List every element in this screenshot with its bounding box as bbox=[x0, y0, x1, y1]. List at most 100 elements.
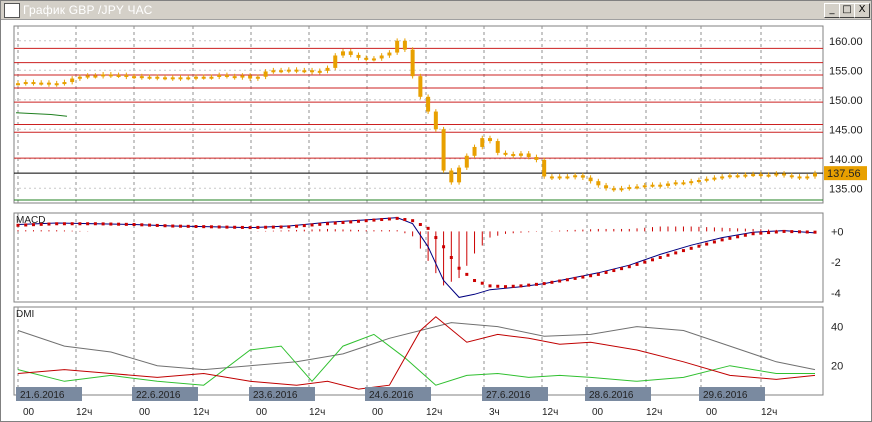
candle-body bbox=[379, 55, 384, 59]
maximize-button[interactable]: □ bbox=[839, 3, 855, 18]
macd-signal-point bbox=[418, 223, 422, 227]
macd-signal-point bbox=[442, 245, 446, 249]
candle-body bbox=[286, 69, 291, 72]
candle-body bbox=[611, 188, 616, 191]
candle-body bbox=[751, 174, 756, 177]
macd-signal-point bbox=[124, 222, 128, 226]
hour-label: 00 bbox=[256, 407, 268, 418]
candle-body bbox=[689, 181, 694, 184]
price-tick-label: 135.00 bbox=[829, 183, 863, 195]
candle-body bbox=[294, 69, 299, 72]
macd-signal-point bbox=[341, 221, 345, 225]
macd-signal-point bbox=[558, 279, 562, 283]
close-button[interactable]: X bbox=[854, 3, 870, 18]
macd-signal-point bbox=[573, 276, 577, 280]
candle-body bbox=[782, 173, 787, 176]
candle-body bbox=[348, 51, 353, 55]
macd-signal-point bbox=[155, 223, 159, 227]
candle-body bbox=[371, 58, 376, 61]
hour-label: 00 bbox=[372, 407, 384, 418]
macd-signal-point bbox=[70, 222, 74, 226]
macd-signal-point bbox=[488, 284, 492, 288]
macd-signal-point bbox=[503, 285, 507, 289]
candle-body bbox=[619, 188, 624, 191]
title-bar[interactable]: График GBP /JPY ЧАС _ □ X bbox=[1, 1, 871, 20]
hour-label: 00 bbox=[23, 407, 35, 418]
candle-body bbox=[635, 186, 640, 189]
candle-body bbox=[255, 76, 260, 79]
macd-signal-point bbox=[651, 258, 655, 262]
macd-signal-point bbox=[720, 238, 724, 242]
candle-body bbox=[201, 76, 206, 79]
macd-signal-point bbox=[643, 260, 647, 264]
price-tick-label: 155.00 bbox=[829, 65, 863, 77]
macd-signal-point bbox=[333, 221, 337, 225]
macd-signal-point bbox=[496, 284, 500, 288]
macd-signal-point bbox=[132, 223, 136, 227]
macd-panel-frame bbox=[13, 212, 824, 303]
chart-svg[interactable]: 135.00 140.00 145.00 150.00 155.00 160.00 137.… bbox=[1, 20, 871, 421]
macd-signal-point bbox=[596, 272, 600, 276]
candle-body bbox=[433, 111, 438, 130]
candle-body bbox=[557, 176, 562, 179]
macd-signal-point bbox=[287, 225, 291, 229]
macd-signal-point bbox=[256, 225, 260, 229]
candle-body bbox=[333, 55, 338, 68]
candle-body bbox=[410, 49, 415, 77]
candle-body bbox=[681, 182, 686, 185]
macd-signal-point bbox=[674, 251, 678, 255]
candle-body bbox=[248, 75, 253, 79]
candle-body bbox=[449, 170, 454, 183]
dmi-tick-label: 20 bbox=[831, 361, 843, 373]
candle-body bbox=[604, 185, 609, 189]
macd-signal-point bbox=[55, 222, 59, 226]
candle-body bbox=[310, 70, 315, 73]
macd-signal-point bbox=[449, 256, 453, 259]
dmi-label: DMI bbox=[16, 309, 34, 320]
price-tick-label: 160.00 bbox=[829, 36, 863, 48]
candle-body bbox=[588, 177, 593, 182]
candle-body bbox=[124, 74, 129, 77]
candle-body bbox=[62, 82, 67, 85]
candle-body bbox=[758, 174, 763, 177]
macd-signal-point bbox=[681, 249, 685, 253]
macd-signal-point bbox=[805, 230, 809, 234]
chart-area[interactable]: 135.00 140.00 145.00 150.00 155.00 160.00 137.… bbox=[1, 20, 871, 421]
date-label: 29.6.2016 bbox=[703, 390, 748, 401]
candle-body bbox=[766, 174, 771, 177]
macd-signal-point bbox=[480, 281, 484, 285]
window-title: График GBP /JPY ЧАС bbox=[23, 3, 153, 17]
candle-body bbox=[31, 82, 36, 85]
macd-signal-point bbox=[473, 279, 477, 283]
hour-label-noon: 12ч bbox=[761, 407, 777, 418]
macd-signal-point bbox=[736, 235, 740, 239]
candle-body bbox=[743, 174, 748, 177]
minimize-button[interactable]: _ bbox=[824, 3, 840, 18]
candle-body bbox=[774, 173, 779, 176]
candle-body bbox=[364, 57, 369, 60]
macd-signal-point bbox=[209, 225, 213, 229]
candle-body bbox=[101, 74, 106, 77]
candle-body bbox=[488, 138, 493, 142]
candle-body bbox=[325, 67, 330, 71]
macd-signal-point bbox=[302, 224, 306, 228]
macd-signal-point bbox=[612, 269, 616, 273]
hour-label: 00 bbox=[706, 407, 718, 418]
macd-signal-point bbox=[759, 231, 763, 235]
candle-body bbox=[132, 76, 137, 79]
dmi-panel-frame bbox=[13, 306, 824, 396]
candle-body bbox=[704, 178, 709, 181]
macd-signal-point bbox=[186, 224, 190, 228]
macd-signal-point bbox=[666, 253, 670, 257]
candle-body bbox=[642, 185, 647, 188]
hour-label-noon: 12ч bbox=[542, 407, 558, 418]
macd-signal-point bbox=[380, 218, 384, 222]
candle-body bbox=[658, 184, 663, 187]
macd-signal-point bbox=[426, 226, 430, 230]
chart-app-icon bbox=[4, 3, 20, 18]
candle-body bbox=[480, 138, 485, 147]
macd-signal-point bbox=[813, 230, 817, 234]
macd-signal-point bbox=[751, 232, 755, 236]
macd-signal-point bbox=[620, 267, 624, 271]
candle-body bbox=[518, 153, 523, 156]
